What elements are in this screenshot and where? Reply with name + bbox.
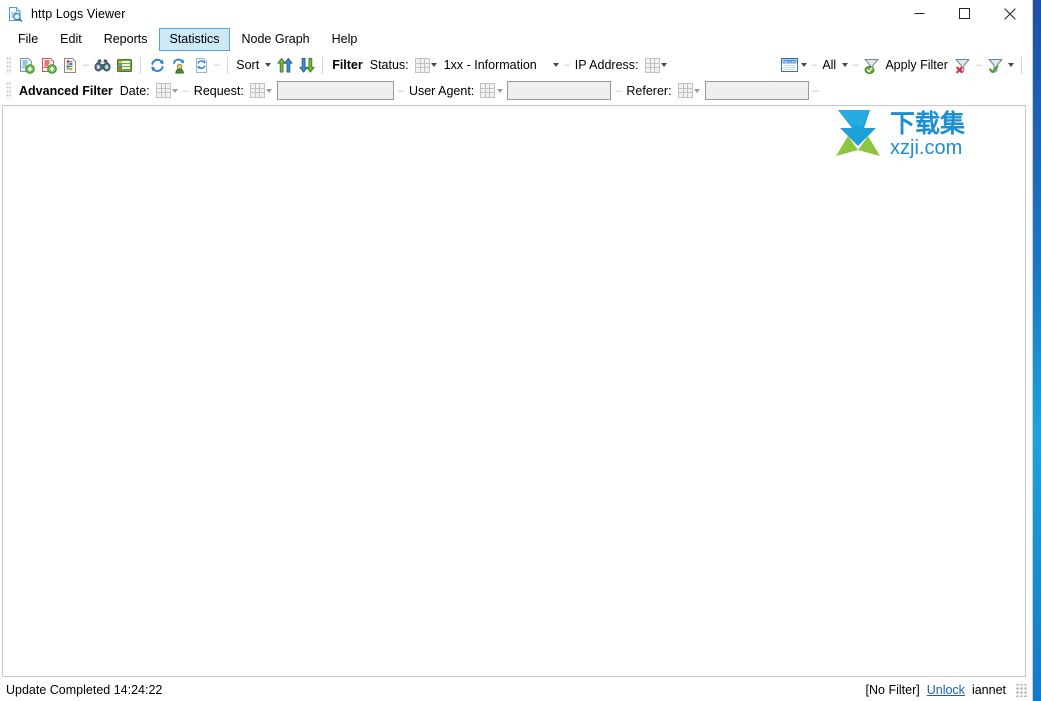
- referer-grid-icon[interactable]: [677, 83, 693, 98]
- sort-descending-icon[interactable]: [296, 55, 316, 75]
- watermark-domain-text: xzji.com: [890, 137, 962, 159]
- toolbar-separator: [140, 56, 142, 74]
- ip-grid-icon[interactable]: [644, 57, 660, 73]
- toolbar-dash: –: [852, 59, 859, 71]
- resize-grip[interactable]: [1015, 683, 1028, 697]
- toolbar-dash: –: [812, 84, 819, 97]
- all-dropdown-label[interactable]: All: [819, 58, 840, 72]
- toolbar-dash: –: [615, 84, 622, 97]
- apply-filter-button[interactable]: Apply Filter: [882, 58, 952, 72]
- reload-page-icon[interactable]: [191, 55, 211, 75]
- date-grid-icon[interactable]: [155, 83, 171, 98]
- refresh-icon[interactable]: [147, 55, 167, 75]
- document-search-icon: [7, 6, 23, 22]
- toolbar-separator: [322, 56, 324, 74]
- window-controls: [897, 0, 1032, 27]
- toolbar-grip[interactable]: [6, 56, 11, 74]
- referer-field-label: Referer:: [626, 83, 672, 98]
- close-button[interactable]: [987, 0, 1032, 27]
- useragent-grid-icon[interactable]: [480, 83, 496, 98]
- advanced-filter-title: Advanced Filter: [19, 83, 113, 98]
- status-right-group: [No Filter] Unlock iannet: [866, 683, 1030, 697]
- menu-item-statistics[interactable]: Statistics: [159, 28, 230, 51]
- referer-chevron-down-icon[interactable]: [693, 83, 702, 99]
- user-agent-field-label: User Agent:: [408, 83, 475, 98]
- toolbar-dash: –: [811, 59, 818, 71]
- application-window: http Logs Viewer File Edit Reports Stati…: [0, 0, 1033, 701]
- svg-text:No Lim: No Lim: [783, 59, 796, 64]
- status-bar: Update Completed 14:24:22 [No Filter] Un…: [0, 678, 1032, 701]
- advanced-filter-toolbar: Advanced Filter Date: – Request: – User …: [0, 78, 1032, 103]
- request-field-label: Request:: [193, 83, 244, 98]
- status-grid-chevron-down-icon[interactable]: [430, 57, 439, 73]
- status-user: iannet: [971, 683, 1006, 697]
- date-field-label: Date:: [119, 83, 150, 98]
- request-chevron-down-icon[interactable]: [265, 83, 274, 99]
- minimize-button[interactable]: [897, 0, 942, 27]
- sort-chevron-down-icon[interactable]: [263, 57, 272, 73]
- window-title: http Logs Viewer: [31, 6, 126, 21]
- toolbar-dash: –: [214, 59, 221, 71]
- referer-input[interactable]: [704, 81, 809, 100]
- log-list-icon[interactable]: [114, 55, 134, 75]
- toolbar-dash: –: [397, 84, 404, 97]
- maximize-button[interactable]: [942, 0, 987, 27]
- unlock-link[interactable]: Unlock: [927, 683, 965, 697]
- status-grid-icon[interactable]: [414, 57, 430, 73]
- request-input[interactable]: [276, 81, 394, 100]
- toolbar-dash: –: [182, 84, 189, 97]
- advanced-filter-grip[interactable]: [6, 82, 11, 99]
- menu-item-reports[interactable]: Reports: [94, 28, 158, 51]
- funnel-check-icon[interactable]: [985, 55, 1005, 75]
- toolbar-dash: –: [83, 59, 90, 71]
- toolbar-separator: [1021, 56, 1022, 74]
- date-range-icon[interactable]: No Lim: [779, 55, 799, 75]
- title-bar: http Logs Viewer: [0, 0, 1032, 27]
- sort-label[interactable]: Sort: [233, 58, 263, 72]
- menu-item-file[interactable]: File: [8, 28, 48, 51]
- ip-chevron-down-icon[interactable]: [660, 57, 669, 73]
- status-label: Status:: [369, 58, 409, 72]
- watermark-cn-text: 下载集: [890, 109, 966, 138]
- refresh-user-icon[interactable]: [169, 55, 189, 75]
- open-log-red-icon[interactable]: [38, 55, 58, 75]
- filter-section-label: Filter: [332, 58, 363, 72]
- menu-item-help[interactable]: Help: [322, 28, 368, 51]
- log-content-area[interactable]: 下载集 xzji.com: [2, 105, 1026, 677]
- log-properties-icon[interactable]: [60, 55, 80, 75]
- user-agent-input[interactable]: [507, 81, 612, 100]
- funnel-clear-icon[interactable]: [953, 55, 973, 75]
- useragent-chevron-down-icon[interactable]: [495, 83, 504, 99]
- toolbar-dash: –: [975, 59, 982, 71]
- menu-item-edit[interactable]: Edit: [50, 28, 92, 51]
- menu-bar: File Edit Reports Statistics Node Graph …: [0, 27, 1032, 52]
- sort-ascending-icon[interactable]: [274, 55, 294, 75]
- request-grid-icon[interactable]: [249, 83, 265, 98]
- date-chevron-down-icon[interactable]: [171, 83, 180, 99]
- open-log-icon[interactable]: [16, 55, 36, 75]
- date-range-chevron-down-icon[interactable]: [799, 57, 808, 73]
- saved-filter-chevron-down-icon[interactable]: [1006, 57, 1015, 73]
- xzji-watermark: 下载集 xzji.com: [832, 106, 992, 160]
- main-toolbar: – – Sort Filter Status: 1xx - Informatio…: [0, 52, 1032, 78]
- status-combobox[interactable]: 1xx - Information: [440, 57, 552, 74]
- status-badge: [No Filter]: [865, 683, 920, 697]
- status-combobox-value: 1xx - Information: [443, 58, 537, 72]
- binoculars-icon[interactable]: [92, 55, 112, 75]
- funnel-green-icon[interactable]: [861, 55, 881, 75]
- menu-item-node-graph[interactable]: Node Graph: [232, 28, 320, 51]
- toolbar-separator: [227, 56, 229, 74]
- all-chevron-down-icon[interactable]: [840, 57, 849, 73]
- toolbar-dash: –: [563, 59, 570, 71]
- status-combobox-chevron-down-icon[interactable]: [552, 57, 561, 73]
- ip-address-label: IP Address:: [574, 58, 639, 72]
- status-message: Update Completed 14:24:22: [6, 683, 163, 697]
